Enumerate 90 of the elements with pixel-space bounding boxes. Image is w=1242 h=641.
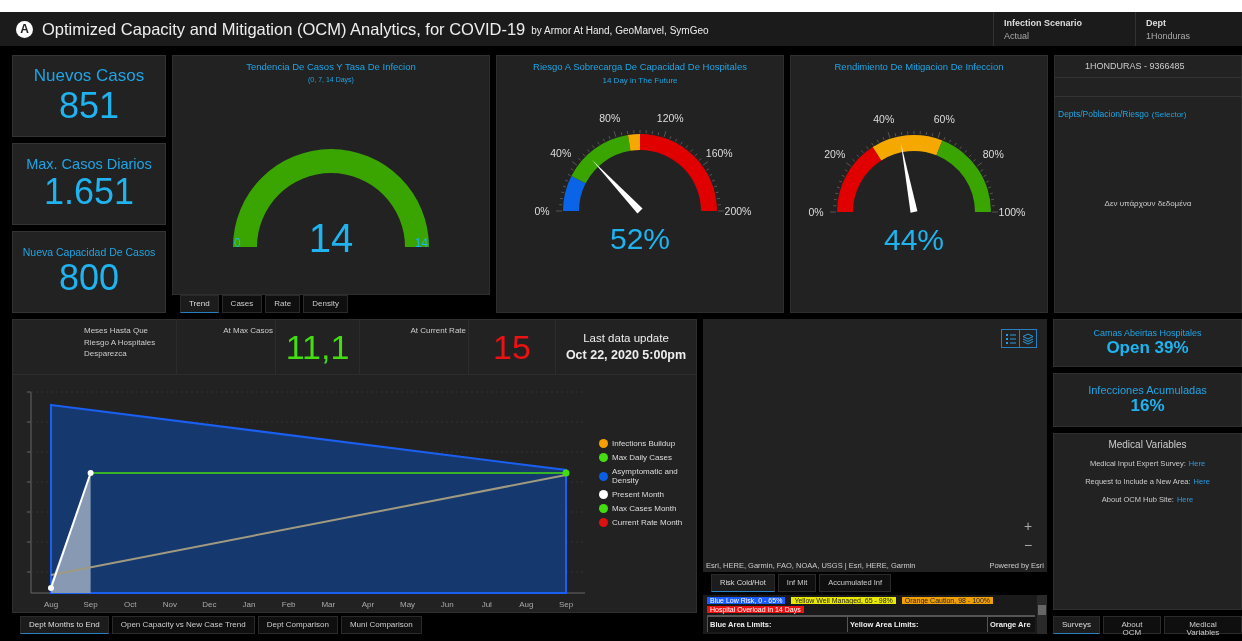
tab[interactable]: Trend xyxy=(180,295,219,313)
list-icon xyxy=(1004,332,1017,345)
panel-title: Tendencia De Casos Y Tasa De Infecion xyxy=(246,61,416,72)
card-label: Camas Abeirtas Hospitales xyxy=(1093,328,1202,338)
scrollbar[interactable] xyxy=(1037,595,1047,634)
kpi-value: 851 xyxy=(58,86,120,126)
legend-label: Current Rate Month xyxy=(612,518,684,527)
legend-label: Present Month xyxy=(612,490,666,499)
selector-title: Depts/Poblacion/Riesgo xyxy=(1058,109,1149,119)
axis-label: Feb xyxy=(281,600,296,609)
legend-label: Max Daily Cases xyxy=(612,453,673,462)
tab[interactable]: Cases xyxy=(221,295,263,313)
axis-label: Jan xyxy=(242,600,256,609)
tab[interactable]: Muni Comparison xyxy=(340,616,422,634)
field-label: Dept xyxy=(1146,17,1167,28)
field-label: Infection Scenario xyxy=(1004,17,1084,28)
stat-label: At Max Casos xyxy=(223,325,273,337)
kpi-label: Nuevos Casos xyxy=(33,66,145,87)
axis-label: Aug xyxy=(519,600,534,609)
field-value[interactable]: Actual xyxy=(1004,30,1135,41)
axis-label: May xyxy=(400,600,416,609)
selector-hint: (Selector) xyxy=(1151,110,1187,119)
tab[interactable]: Medical Variables xyxy=(1164,616,1242,634)
layers-button[interactable] xyxy=(1019,330,1036,347)
axis-label: Nov xyxy=(162,600,177,609)
panel-subtitle: 14 Day in The Future xyxy=(602,76,678,85)
tab[interactable]: Surveys xyxy=(1053,616,1100,634)
kpi-value: 1.651 xyxy=(43,172,135,212)
axis-label: Apr xyxy=(361,600,375,609)
scale-label: 60% xyxy=(933,112,955,125)
stat-value: 11,1 xyxy=(285,327,350,367)
scale-label: 80% xyxy=(599,111,621,124)
axis-label: Jul xyxy=(481,600,492,609)
update-label: Last data update xyxy=(583,332,669,344)
scale-label: 40% xyxy=(550,147,572,160)
stat-label: Meses Hasta Que Riesgo A Hospitales Desparezca xyxy=(84,325,157,361)
layers-icon xyxy=(1022,332,1034,345)
axis-label: Aug xyxy=(43,600,59,609)
panel-title: Riesgo A Sobrecarga De Capacidad De Hospitales xyxy=(533,61,747,72)
data-point xyxy=(562,469,570,477)
kpi-value: 800 xyxy=(58,258,120,298)
data-point xyxy=(48,585,54,591)
logo: A xyxy=(16,20,33,38)
gauge-value: 52% xyxy=(610,222,670,255)
scale-label: 100% xyxy=(998,206,1026,218)
stat-label: At Current Rate xyxy=(410,325,466,337)
axis-label: Dec xyxy=(202,600,217,609)
byline: by Armor At Hand, GeoMarvel, SymGeo xyxy=(531,25,709,36)
legend-label: Infections Buildup xyxy=(612,439,677,448)
gauge-min-label: 0 xyxy=(234,236,241,250)
scale-label: 80% xyxy=(982,148,1004,161)
stat-value: 15 xyxy=(493,327,531,367)
gauge-value: 14 xyxy=(308,216,354,260)
axis-label: Sep xyxy=(83,600,98,609)
empty-message: Δεν υπάρχουν δεδομένα xyxy=(1104,199,1192,208)
card-value: 16% xyxy=(1130,396,1165,416)
axis-label: Oct xyxy=(124,600,137,609)
scale-label: 0% xyxy=(808,206,824,218)
axis-label: Mar xyxy=(321,600,336,609)
scale-label: 120% xyxy=(656,111,684,124)
data-point xyxy=(87,470,94,476)
scale-label: 200% xyxy=(724,205,752,217)
axis-label: Sep xyxy=(558,600,574,609)
scale-label: 0% xyxy=(534,205,550,217)
card-label: Infecciones Acumuladas xyxy=(1088,384,1207,396)
gauge-needle xyxy=(592,159,643,214)
gauge-value: 44% xyxy=(884,223,944,256)
panel-title: Medical Variables xyxy=(1108,439,1187,450)
kpi-label: Max. Casos Diarios xyxy=(26,156,152,173)
tab[interactable]: Dept Months to End xyxy=(20,616,109,634)
tab[interactable]: Density xyxy=(303,295,348,313)
panel-title: Rendimiento De Mitigacion De Infeccion xyxy=(834,61,1004,72)
field-value[interactable]: 1Honduras xyxy=(1146,30,1242,41)
gauge-needle xyxy=(900,143,918,213)
legend-label: Max Cases Month xyxy=(612,504,678,513)
tab[interactable]: Rate xyxy=(265,295,301,313)
scale-label: 160% xyxy=(705,147,733,160)
legend-label: Asymptomatic and Density xyxy=(612,467,679,485)
tab[interactable]: Open Capacity vs New Case Trend xyxy=(111,616,255,634)
scale-label: 40% xyxy=(873,112,895,125)
tab[interactable]: Dept Comparison xyxy=(257,616,338,634)
kpi-label: Nueva Capacidad De Casos xyxy=(22,246,156,259)
app-title: Optimized Capacity and Mitigation (OCM) Analytics, for COVID-19 xyxy=(42,19,526,39)
card-value: Open 39% xyxy=(1106,338,1189,358)
gauge-max-label: 14 xyxy=(414,236,428,250)
axis-label: Jun xyxy=(440,600,454,609)
tab[interactable]: About OCM xyxy=(1102,616,1161,634)
scale-label: 20% xyxy=(824,148,846,161)
selector-header: 1HONDURAS - 9366485 xyxy=(1055,56,1241,78)
update-date: Oct 22, 2020 5:00pm xyxy=(565,348,687,362)
